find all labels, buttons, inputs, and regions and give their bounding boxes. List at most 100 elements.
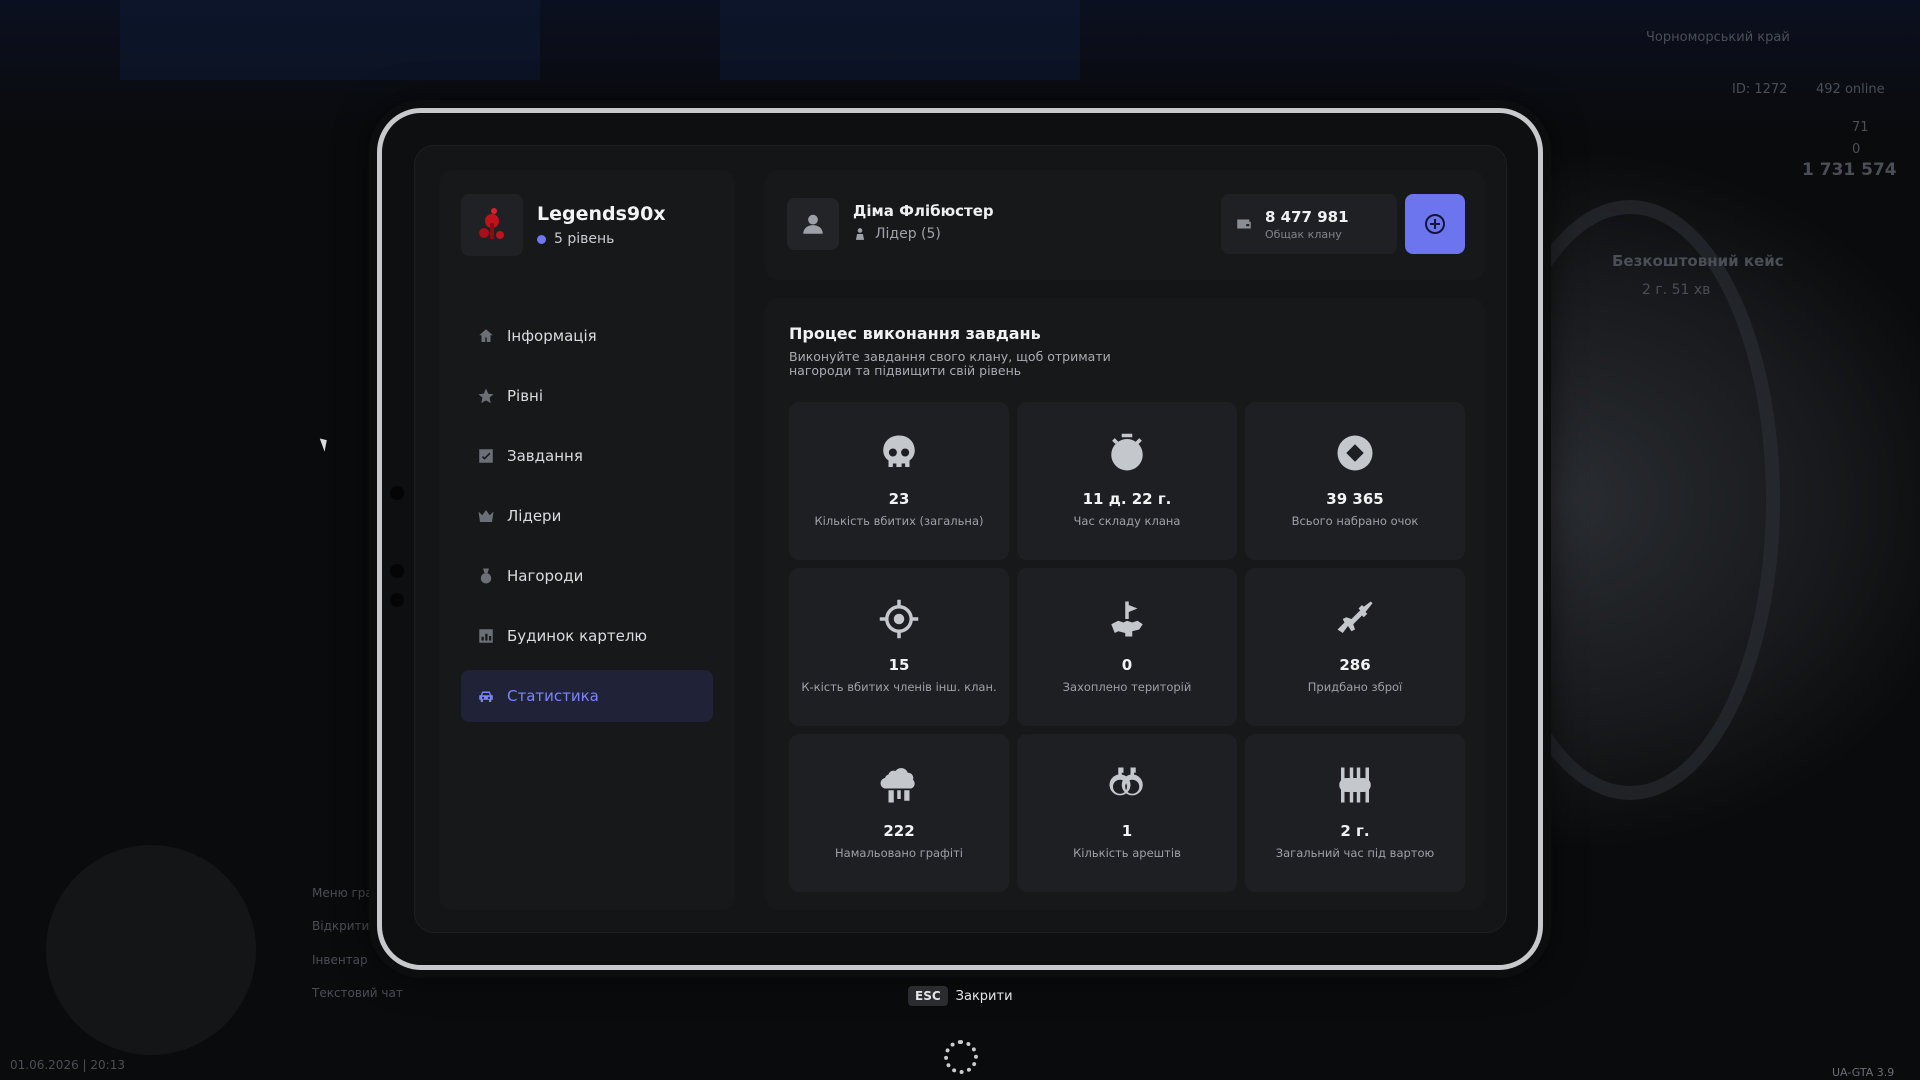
stat-label: Кількість арештів xyxy=(1073,846,1181,860)
stat-value: 2 г. xyxy=(1340,822,1370,840)
tablet-camera-dot xyxy=(390,564,404,578)
sidebar-item-cartel-house[interactable]: Будинок картелю xyxy=(461,610,713,662)
close-hint[interactable]: ESC Закрити xyxy=(908,986,1013,1006)
stat-value: 222 xyxy=(883,822,915,840)
stat-value: 23 xyxy=(888,490,910,508)
home-icon xyxy=(479,329,493,342)
esc-key: ESC xyxy=(908,986,948,1006)
stat-card: 39 365 Всього набрано очок xyxy=(1245,402,1465,560)
stopwatch-icon xyxy=(1111,433,1143,471)
sidebar-item-label: Статистика xyxy=(507,687,599,705)
stat-card: 222 Намальовано графіті xyxy=(789,734,1009,892)
background-strip xyxy=(120,0,540,80)
sidebar-menu: Інформація Рівні Завдання Лідери Нагород… xyxy=(461,310,713,730)
medal-icon xyxy=(480,568,492,584)
stat-card: 1 Кількість арештів xyxy=(1017,734,1237,892)
level-dot-icon xyxy=(537,234,546,244)
close-label: Закрити xyxy=(955,988,1013,1004)
sidebar-item-label: Нагороди xyxy=(507,567,584,585)
diamond-icon xyxy=(1337,435,1373,471)
crosshair-icon xyxy=(879,599,919,639)
stat-label: Намальовано графіті xyxy=(835,846,963,860)
skull-icon xyxy=(883,435,915,467)
user-role: Лідер (5) xyxy=(853,226,941,242)
car-icon xyxy=(479,691,493,702)
panel-subtitle: Виконуйте завдання свого клану, щоб отри… xyxy=(789,349,1111,378)
stat-value: 0 xyxy=(1121,656,1133,674)
stat-value: 1 xyxy=(1121,822,1133,840)
user-header: Діма Флібюстер Лідер (5) 8 477 981 Общак… xyxy=(765,170,1485,280)
stats-grid: 23 Кількість вбитих (загальна) 11 д. 22 … xyxy=(789,402,1465,892)
checkbox-icon xyxy=(479,449,493,463)
stat-value: 15 xyxy=(888,656,910,674)
clan-avatar xyxy=(461,194,523,256)
sidebar-item-leaders[interactable]: Лідери xyxy=(461,490,713,542)
building-icon xyxy=(479,629,493,643)
tablet-camera-dot xyxy=(390,593,404,607)
hud-case-timer: 2 г. 51 хв xyxy=(1642,282,1711,298)
stat-label: Кількість вбитих (загальна) xyxy=(814,514,984,528)
clan-logo-icon xyxy=(479,208,504,239)
loading-spinner-icon xyxy=(944,1040,978,1074)
hud-online: 492 online xyxy=(1816,82,1885,97)
sidebar-item-rewards[interactable]: Нагороди xyxy=(461,550,713,602)
stat-card: 15 К-кість вбитих членів інш. клан. xyxy=(789,568,1009,726)
hud-region: Чорноморський край xyxy=(1646,30,1790,45)
stat-card: 11 д. 22 г. Час складу клана xyxy=(1017,402,1237,560)
spray-icon xyxy=(880,768,915,803)
sidebar-item-label: Будинок картелю xyxy=(507,627,648,645)
minimap xyxy=(46,845,256,1055)
stat-value: 39 365 xyxy=(1326,490,1384,508)
clan-bank-amount: 8 477 981 xyxy=(1265,207,1349,226)
stat-label: К-кість вбитих членів інш. клан. xyxy=(801,680,997,694)
rifle-icon xyxy=(1337,601,1373,633)
clan-level-text: 5 рівень xyxy=(554,231,615,247)
background-strip xyxy=(720,0,1080,80)
hud-version: UA-GTA 3.9 xyxy=(1832,1066,1895,1079)
handcuffs-icon xyxy=(1109,767,1143,796)
user-role-text: Лідер (5) xyxy=(875,226,941,242)
clan-profile: Legends90x 5 рівень xyxy=(461,194,666,256)
stat-label: Час складу клана xyxy=(1073,514,1181,528)
territory-flag-icon xyxy=(1111,601,1143,637)
hud-server-id: ID: 1272 xyxy=(1732,82,1788,97)
clan-level: 5 рівень xyxy=(537,231,666,247)
tablet-screen: Legends90x 5 рівень Інформація Рівні Зав… xyxy=(414,145,1507,933)
user-name: Діма Флібюстер xyxy=(853,202,994,220)
user-avatar xyxy=(787,198,839,250)
sidebar-item-tasks[interactable]: Завдання xyxy=(461,430,713,482)
star-icon xyxy=(478,388,494,404)
sidebar-item-statistics[interactable]: Статистика xyxy=(461,670,713,722)
stat-card: 286 Придбано зброї xyxy=(1245,568,1465,726)
add-funds-button[interactable] xyxy=(1405,194,1465,254)
statistics-panel: Процес виконання завдань Виконуйте завда… xyxy=(765,298,1485,910)
leader-icon xyxy=(855,228,865,240)
hud-hint: Інвентар xyxy=(312,953,368,967)
sidebar-item-levels[interactable]: Рівні xyxy=(461,370,713,422)
sidebar: Legends90x 5 рівень Інформація Рівні Зав… xyxy=(439,170,735,910)
hud-armor: 0 xyxy=(1852,142,1861,157)
stat-card: 0 Захоплено територій xyxy=(1017,568,1237,726)
stat-card: 2 г. Загальний час під вартою xyxy=(1245,734,1465,892)
user-icon xyxy=(803,214,823,234)
clan-bank-label: Общак клану xyxy=(1265,227,1342,241)
wallet-icon xyxy=(1237,219,1251,229)
prison-bars-icon xyxy=(1339,767,1371,803)
plus-circle-icon xyxy=(1425,214,1445,234)
stat-value: 11 д. 22 г. xyxy=(1082,490,1172,508)
sidebar-item-info[interactable]: Інформація xyxy=(461,310,713,362)
stat-value: 286 xyxy=(1339,656,1371,674)
sidebar-item-label: Лідери xyxy=(507,507,562,525)
sidebar-item-label: Завдання xyxy=(507,447,583,465)
crown-icon xyxy=(478,510,494,522)
hud-health: 71 xyxy=(1852,120,1869,135)
hud-hint: Текстовий чат xyxy=(312,986,403,1000)
hud-datetime: 01.06.2026 | 20:13 xyxy=(10,1058,125,1072)
stat-label: Придбано зброї xyxy=(1307,680,1403,694)
tablet-frame: Legends90x 5 рівень Інформація Рівні Зав… xyxy=(377,108,1543,970)
panel-title: Процес виконання завдань xyxy=(789,324,1041,343)
clan-name: Legends90x xyxy=(537,203,666,225)
sidebar-item-label: Рівні xyxy=(507,387,544,405)
stat-label: Загальний час під вартою xyxy=(1275,846,1435,860)
hud-money: 1 731 574 xyxy=(1802,160,1897,180)
